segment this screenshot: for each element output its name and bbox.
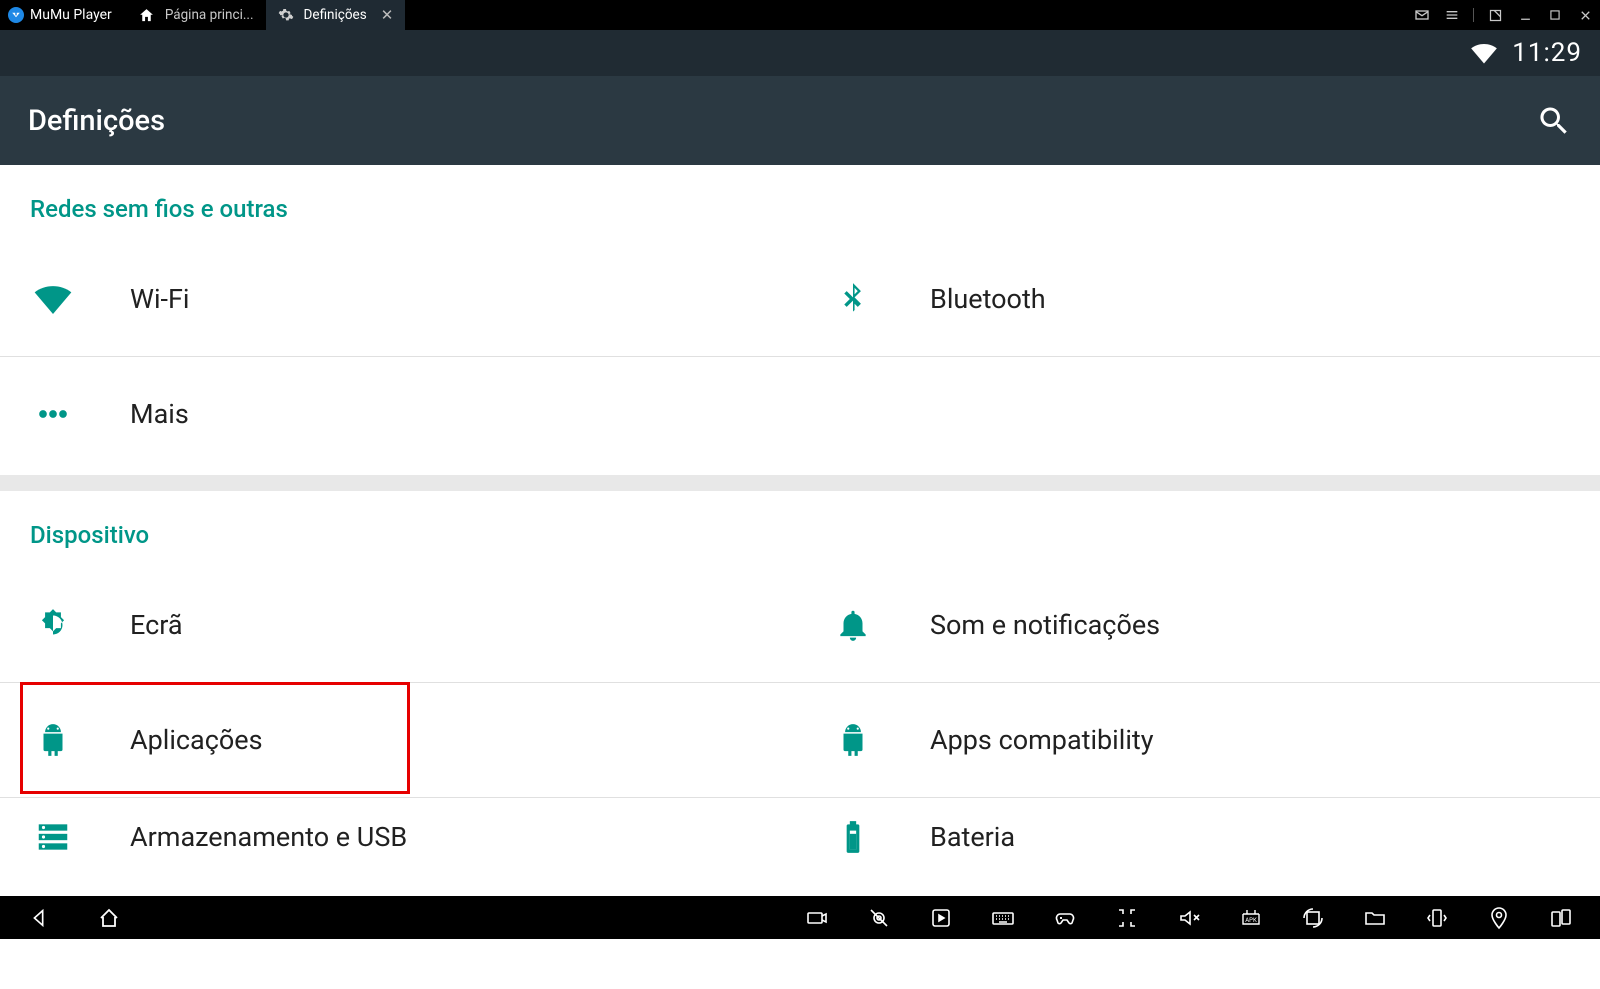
item-display[interactable]: Ecrã <box>0 567 800 682</box>
tab-close-button[interactable]: ✕ <box>381 6 394 24</box>
maximize-icon[interactable] <box>1546 6 1564 24</box>
search-button[interactable] <box>1536 103 1572 139</box>
bluetooth-icon <box>830 276 876 322</box>
item-label: Apps compatibility <box>930 724 1154 756</box>
battery-icon <box>830 814 876 860</box>
android-status-bar: 11:29 <box>0 30 1600 76</box>
storage-icon <box>30 814 76 860</box>
item-label: Mais <box>130 398 189 430</box>
section-device: Dispositivo Ecrã Som e notificações A <box>0 491 1600 879</box>
gear-icon <box>278 7 294 23</box>
item-label: Aplicações <box>130 724 263 756</box>
screenshot-disabled-icon[interactable] <box>864 903 894 933</box>
tab-settings-label: Definições <box>304 7 367 23</box>
item-apps-compat[interactable]: Apps compatibility <box>800 682 1600 797</box>
titlebar-divider <box>1473 8 1474 22</box>
keyboard-icon[interactable] <box>988 903 1018 933</box>
item-label: Armazenamento e USB <box>130 821 407 853</box>
item-apps[interactable]: Aplicações <box>0 682 800 797</box>
item-wifi[interactable]: Wi-Fi <box>0 241 800 356</box>
tab-settings[interactable]: Definições ✕ <box>266 0 406 30</box>
mumu-logo-icon <box>8 7 24 23</box>
item-label: Wi-Fi <box>130 283 189 315</box>
item-empty <box>800 356 1600 471</box>
gamepad-icon[interactable] <box>1050 903 1080 933</box>
shake-icon[interactable] <box>1422 903 1452 933</box>
mute-icon[interactable] <box>1174 903 1204 933</box>
minimize-icon[interactable] <box>1516 6 1534 24</box>
page-title: Definições <box>28 104 165 138</box>
section-header-device: Dispositivo <box>0 491 1600 567</box>
android-compat-icon <box>830 717 876 763</box>
item-label: Ecrã <box>130 609 183 641</box>
item-storage[interactable]: Armazenamento e USB <box>0 797 800 875</box>
section-networks: Redes sem fios e outras Wi-Fi Bluetooth <box>0 165 1600 475</box>
multi-window-icon[interactable] <box>1546 903 1576 933</box>
menu-icon[interactable] <box>1443 6 1461 24</box>
bell-icon <box>830 602 876 648</box>
item-label: Bateria <box>930 821 1015 853</box>
brightness-icon <box>30 602 76 648</box>
item-sound[interactable]: Som e notificações <box>800 567 1600 682</box>
wifi-status-icon <box>1470 39 1498 67</box>
nav-home-button[interactable] <box>94 903 124 933</box>
titlebar-right <box>1413 0 1594 30</box>
home-icon <box>138 7 155 24</box>
emulator-titlebar: MuMu Player Página princi... Definições … <box>0 0 1600 30</box>
bottom-strip <box>0 939 1600 989</box>
tab-home[interactable]: Página princi... <box>126 0 266 30</box>
android-nav-bar: APK <box>0 896 1600 939</box>
close-window-icon[interactable] <box>1576 6 1594 24</box>
section-header-networks: Redes sem fios e outras <box>0 165 1600 241</box>
nav-back-button[interactable] <box>24 903 54 933</box>
settings-actionbar: Definições <box>0 76 1600 165</box>
status-time: 11:29 <box>1512 38 1582 68</box>
play-icon[interactable] <box>926 903 956 933</box>
location-icon[interactable] <box>1484 903 1514 933</box>
settings-content: Redes sem fios e outras Wi-Fi Bluetooth <box>0 165 1600 896</box>
item-battery[interactable]: Bateria <box>800 797 1600 875</box>
more-icon <box>30 391 76 437</box>
item-bluetooth[interactable]: Bluetooth <box>800 241 1600 356</box>
apk-icon[interactable]: APK <box>1236 903 1266 933</box>
wifi-icon <box>30 276 76 322</box>
android-icon <box>30 717 76 763</box>
mail-icon[interactable] <box>1413 6 1431 24</box>
item-label: Bluetooth <box>930 283 1046 315</box>
item-label: Som e notificações <box>930 609 1160 641</box>
fullscreen-icon[interactable] <box>1486 6 1504 24</box>
svg-text:APK: APK <box>1245 917 1257 924</box>
rotate-icon[interactable] <box>1298 903 1328 933</box>
titlebar-left: MuMu Player Página princi... Definições … <box>0 0 405 30</box>
record-icon[interactable] <box>802 903 832 933</box>
tab-home-label: Página princi... <box>165 7 254 23</box>
folder-icon[interactable] <box>1360 903 1390 933</box>
item-more[interactable]: Mais <box>0 356 800 471</box>
section-divider <box>0 475 1600 491</box>
emulator-app-name: MuMu Player <box>30 7 112 23</box>
crop-icon[interactable] <box>1112 903 1142 933</box>
